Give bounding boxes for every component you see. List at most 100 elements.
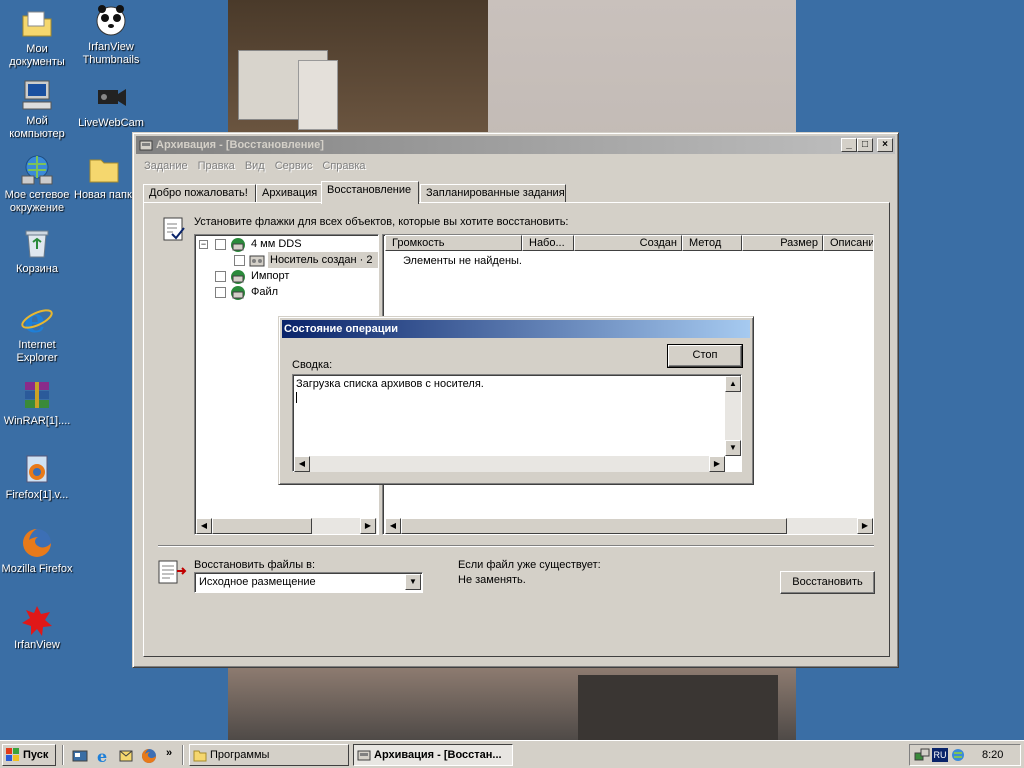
- tree-scroll-left-button[interactable]: ◀: [196, 518, 212, 534]
- backup-app-icon: [139, 138, 153, 152]
- menu-view[interactable]: Вид: [240, 157, 270, 175]
- tree-checkbox-file[interactable]: [215, 287, 226, 298]
- show-desktop-icon[interactable]: [72, 748, 88, 764]
- menu-tools[interactable]: Сервис: [270, 157, 318, 175]
- firefox-icon: [20, 526, 54, 560]
- restore-target-icon: [157, 559, 187, 587]
- column-size[interactable]: Размер: [742, 235, 823, 251]
- column-description[interactable]: Описани: [823, 235, 873, 251]
- summary-hscrollbar[interactable]: [294, 456, 725, 472]
- tree-checkbox-dds[interactable]: [215, 239, 226, 250]
- taskbar-backup-label: Архивация - [Восстан...: [374, 749, 502, 761]
- desktop-icon-mozilla-firefox[interactable]: Mozilla Firefox: [0, 526, 74, 576]
- recycle-bin-icon: [20, 226, 54, 260]
- tab-restore[interactable]: Восстановление: [321, 181, 419, 204]
- menu-edit[interactable]: Правка: [193, 157, 240, 175]
- dialog-title[interactable]: Состояние операции: [282, 320, 750, 338]
- desktop-icon-firefox-installer[interactable]: Firefox[1].v...: [0, 452, 74, 502]
- desktop-icon-winrar[interactable]: WinRAR[1]....: [0, 378, 74, 428]
- operation-status-dialog: Состояние операции Стоп Сводка: Загрузка…: [278, 316, 754, 485]
- summary-textbox[interactable]: Загрузка списка архивов с носителя. ▲ ▼ …: [292, 374, 742, 472]
- language-indicator[interactable]: RU: [932, 748, 948, 762]
- taskbar: Пуск e » Программы Архивация - [Восстан.…: [0, 740, 1024, 768]
- desktop-icon-irfanview[interactable]: IrfanView: [0, 602, 74, 652]
- quicklaunch-firefox-icon[interactable]: [141, 748, 157, 764]
- summary-scroll-up-button[interactable]: ▲: [725, 376, 741, 392]
- tree-item-file[interactable]: Файл: [251, 286, 278, 298]
- desktop-icon-internet-explorer[interactable]: e Internet Explorer: [0, 301, 74, 365]
- close-button[interactable]: ×: [877, 138, 893, 152]
- folder-icon: [87, 152, 121, 186]
- tab-scheduled-jobs[interactable]: Запланированные задания: [420, 184, 566, 203]
- tab-welcome[interactable]: Добро пожаловать!: [143, 184, 256, 203]
- tree-scroll-right-button[interactable]: ▶: [360, 518, 376, 534]
- windows-logo-icon: [6, 748, 20, 762]
- column-method[interactable]: Метод: [682, 235, 742, 251]
- my-computer-icon: [20, 78, 54, 112]
- quicklaunch-overflow-chevron[interactable]: »: [166, 747, 172, 759]
- tree-checkbox-import[interactable]: [215, 271, 226, 282]
- tree-item-media[interactable]: Носитель создан · 2: [268, 252, 378, 268]
- list-scroll-thumb[interactable]: [401, 518, 787, 534]
- network-tray-icon[interactable]: [914, 747, 930, 763]
- tree-checkbox-media[interactable]: [234, 255, 245, 266]
- separator: [158, 545, 874, 547]
- tree-item-import[interactable]: Импорт: [251, 270, 289, 282]
- desktop-icon-new-folder[interactable]: Новая папка: [74, 152, 134, 202]
- column-volume[interactable]: Громкость: [385, 235, 522, 251]
- irfanview-icon: [20, 602, 54, 636]
- instruction-text: Установите флажки для всех объектов, кот…: [194, 216, 569, 228]
- tab-backup[interactable]: Архивация: [256, 184, 323, 203]
- file-drive-icon: [230, 285, 246, 301]
- summary-scroll-left-button[interactable]: ◀: [294, 456, 310, 472]
- chevron-down-icon[interactable]: ▼: [405, 574, 421, 590]
- desktop-icon-recycle-bin[interactable]: Корзина: [0, 226, 74, 276]
- winrar-icon: [20, 378, 54, 412]
- tree-scroll-thumb[interactable]: [212, 518, 312, 534]
- summary-text: Загрузка списка архивов с носителя.: [296, 378, 484, 390]
- column-set[interactable]: Набо...: [522, 235, 574, 251]
- minimize-button[interactable]: _: [841, 138, 857, 152]
- desktop-icon-livewebcam[interactable]: LiveWebCam: [74, 80, 148, 130]
- system-tray: RU 8:20: [909, 744, 1021, 766]
- taskbar-backup[interactable]: Архивация - [Восстан...: [353, 744, 513, 766]
- network-places-icon: [20, 152, 54, 186]
- if-exists-value: Не заменять.: [458, 574, 526, 586]
- restore-to-select[interactable]: Исходное размещение ▼: [194, 572, 423, 593]
- text-caret: [296, 392, 297, 403]
- summary-scroll-down-button[interactable]: ▼: [725, 440, 741, 456]
- desktop-icon-irfanview-thumbnails[interactable]: IrfanView Thumbnails: [74, 4, 148, 67]
- taskbar-programs[interactable]: Программы: [189, 744, 349, 766]
- tape-drive-icon: [230, 237, 246, 253]
- desktop-icon-network-places[interactable]: Мое сетевое окружение: [0, 152, 74, 215]
- checklist-icon: [161, 215, 187, 243]
- stop-button[interactable]: Стоп: [667, 344, 743, 368]
- clock[interactable]: 8:20: [982, 749, 1003, 761]
- summary-label: Сводка:: [292, 359, 333, 371]
- desktop-icon-my-computer[interactable]: Мой компьютер: [0, 78, 74, 141]
- window-title: Архивация - [Восстановление]: [156, 139, 324, 151]
- quicklaunch-ie-icon[interactable]: e: [95, 747, 111, 766]
- menu-help[interactable]: Справка: [317, 157, 370, 175]
- restore-to-label: Восстановить файлы в:: [194, 559, 316, 571]
- if-exists-label: Если файл уже существует:: [458, 559, 601, 571]
- tape-icon: [249, 254, 265, 268]
- column-created[interactable]: Создан: [574, 235, 682, 251]
- tree-collapse-toggle[interactable]: −: [199, 240, 208, 249]
- restore-button[interactable]: Восстановить: [780, 571, 875, 594]
- menu-task[interactable]: Задание: [139, 157, 193, 175]
- quicklaunch-outlook-icon[interactable]: [118, 748, 134, 764]
- taskbar-divider-2: [182, 745, 184, 765]
- start-button[interactable]: Пуск: [2, 744, 56, 766]
- menu-bar: Задание Правка Вид Сервис Справка: [139, 157, 371, 175]
- globe-tray-icon[interactable]: [950, 747, 966, 763]
- panda-icon: [94, 4, 128, 38]
- summary-scroll-right-button[interactable]: ▶: [709, 456, 725, 472]
- tree-item-dds[interactable]: 4 мм DDS: [251, 238, 302, 250]
- camera-icon: [94, 80, 128, 114]
- maximize-button[interactable]: □: [857, 138, 873, 152]
- window-titlebar[interactable]: Архивация - [Восстановление] _ □ ×: [136, 136, 895, 154]
- list-scroll-left-button[interactable]: ◀: [385, 518, 401, 534]
- list-scroll-right-button[interactable]: ▶: [857, 518, 873, 534]
- desktop-icon-my-documents[interactable]: Мои документы: [0, 6, 74, 69]
